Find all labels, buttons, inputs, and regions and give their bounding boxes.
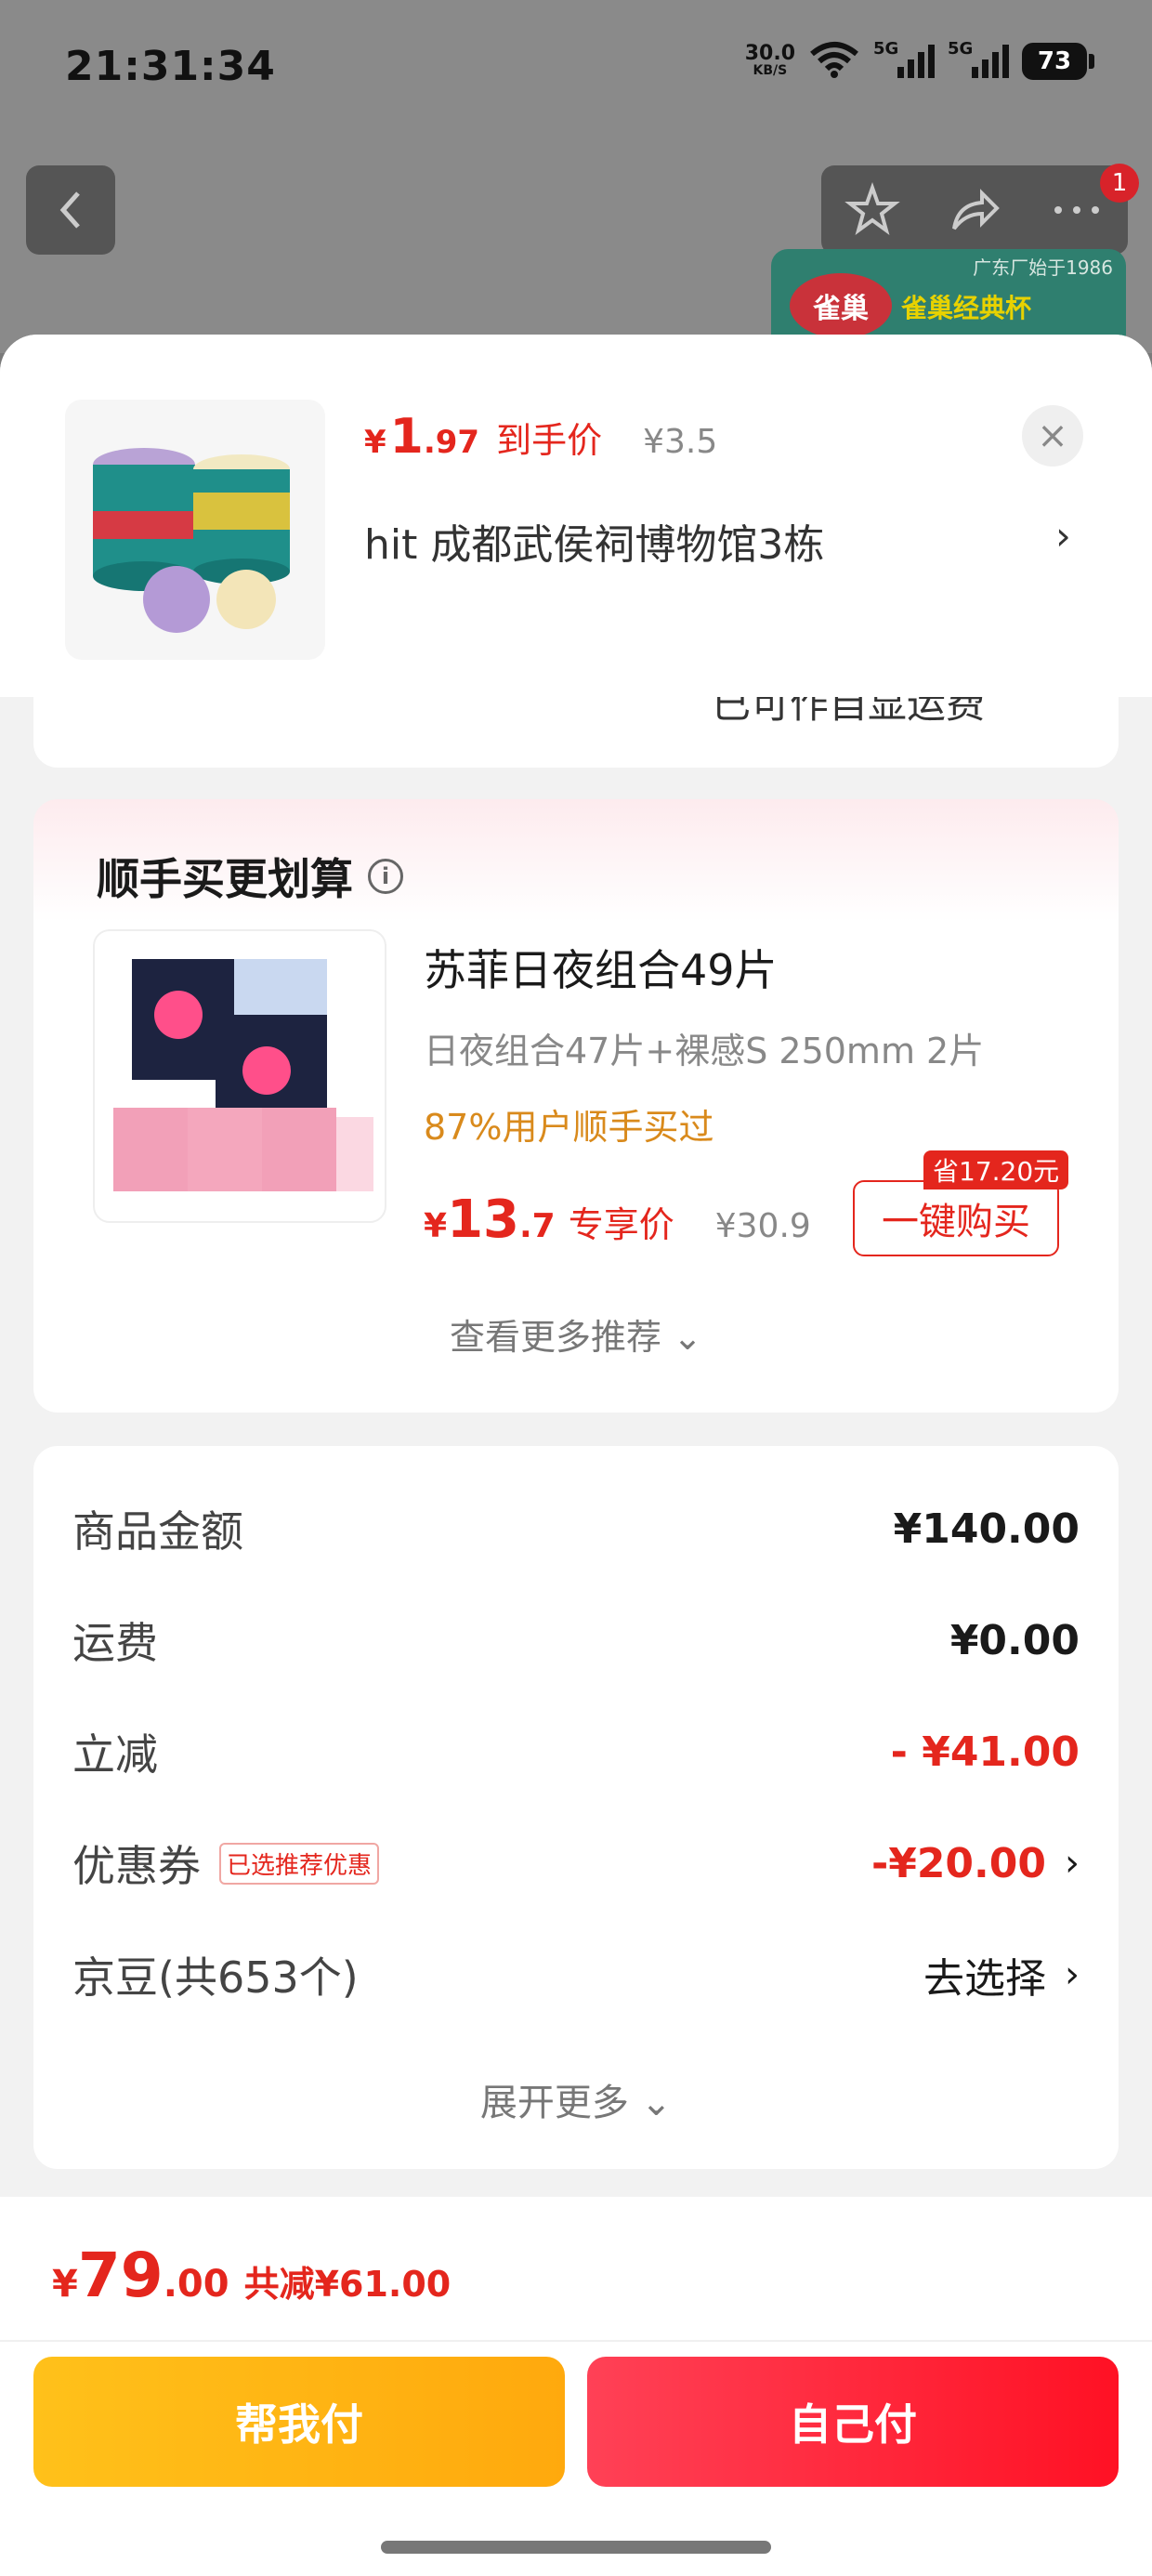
sheet-header: ¥ 1 .97 到手价 ¥3.5 hit 成都武侯祠博物馆3栋 › ×: [0, 335, 1152, 697]
status-time: 21:31:34: [65, 43, 276, 90]
info-icon[interactable]: i: [368, 859, 403, 894]
original-price: ¥30.9: [714, 1207, 811, 1245]
banner-line: 雀巢经典杯: [901, 293, 1032, 323]
summary-label: 运费: [72, 1618, 158, 1668]
recommendation-card: 顺手买更划算 i 苏菲日夜组合49片 日夜组合47片+裸感S 250mm 2片 …: [33, 799, 1119, 1413]
summary-value: 去选择 ›: [923, 1945, 1080, 2004]
summary-value: ¥0.00: [949, 1616, 1080, 1664]
summary-row-discount: 立减 - ¥41.00: [72, 1719, 1080, 1784]
share-icon: [952, 189, 1000, 230]
net-speed-value: 30.0: [744, 42, 795, 65]
partial-card-text: 已可作自显运费: [712, 697, 986, 727]
summary-row-coupon[interactable]: 优惠券 已选推荐优惠 -¥20.00 ›: [72, 1831, 1080, 1896]
chevron-right-icon: ›: [1065, 1953, 1080, 1996]
favorite-button[interactable]: [835, 173, 910, 247]
summary-label: 优惠券 已选推荐优惠: [72, 1833, 380, 1894]
more-icon: [1054, 206, 1099, 214]
wifi-icon: [808, 41, 860, 82]
pay-myself-button[interactable]: 自己付: [587, 2357, 1119, 2487]
status-icons: 30.0 KB/S 5G 5G 73: [744, 39, 1094, 82]
header-price: ¥ 1 .97 到手价 ¥3.5: [364, 409, 717, 465]
summary-label: 立减: [72, 1729, 158, 1780]
home-indicator[interactable]: [381, 2541, 771, 2554]
share-button[interactable]: [937, 173, 1012, 247]
summary-value: ¥140.00: [893, 1505, 1080, 1553]
see-more-recommendations[interactable]: 查看更多推荐 ⌄: [33, 1308, 1119, 1360]
price-label: 到手价: [496, 420, 603, 461]
summary-row-shipping: 运费 ¥0.00: [72, 1608, 1080, 1673]
address-chevron-icon[interactable]: ›: [1055, 513, 1071, 559]
chevron-right-icon: ›: [1065, 1842, 1080, 1885]
price-integer: 1: [389, 409, 424, 465]
banner-brand: 雀巢: [790, 273, 892, 338]
summary-label: 商品金额: [72, 1506, 243, 1557]
product-thumbnail: [65, 400, 325, 660]
signal-icon: 5G: [873, 39, 935, 78]
signal-label: 5G: [948, 39, 974, 59]
original-price: ¥3.5: [643, 423, 718, 461]
recommended-price: ¥ 13 .7 专享价 ¥30.9: [424, 1189, 811, 1250]
status-bar: 21:31:34 30.0 KB/S 5G 5G 73: [0, 0, 1152, 139]
price-integer: 13: [447, 1189, 519, 1250]
recommendation-title-text: 顺手买更划算: [97, 854, 353, 904]
price-decimal: .7: [519, 1207, 556, 1245]
help-me-pay-button[interactable]: 帮我付: [33, 2357, 565, 2487]
close-button[interactable]: ×: [1022, 405, 1083, 467]
notification-badge: 1: [1100, 164, 1139, 203]
total-currency: ¥: [52, 2263, 78, 2306]
jingdou-select: 去选择: [923, 1955, 1046, 2003]
expand-more-button[interactable]: 展开更多 ⌄: [33, 2072, 1119, 2126]
one-click-buy-button[interactable]: 一键购买: [853, 1180, 1059, 1256]
save-badge: 省17.20元: [923, 1150, 1069, 1189]
partial-card: 已可作自显运费: [33, 697, 1119, 768]
total-integer: 79: [77, 2240, 164, 2311]
summary-value: - ¥41.00: [890, 1728, 1080, 1776]
coupon-label: 优惠券: [72, 1841, 201, 1891]
recommendation-title: 顺手买更划算 i: [97, 846, 403, 907]
price-currency: ¥: [424, 1207, 448, 1245]
summary-row-goods: 商品金额 ¥140.00: [72, 1496, 1080, 1561]
net-speed-unit: KB/S: [753, 63, 788, 78]
price-decimal: .97: [423, 424, 480, 461]
banner-slogan: 广东厂始于1986: [973, 256, 1113, 279]
net-speed: 30.0 KB/S: [744, 42, 795, 79]
recommended-product-spec: 日夜组合47片+裸感S 250mm 2片: [424, 1031, 985, 1071]
delivery-address[interactable]: hit 成都武侯祠博物馆3栋: [364, 511, 824, 571]
recommended-product-name[interactable]: 苏菲日夜组合49片: [424, 937, 778, 998]
coupon-tag: 已选推荐优惠: [219, 1842, 380, 1885]
chevron-left-icon: [59, 191, 80, 229]
summary-value: -¥20.00 ›: [871, 1840, 1080, 1887]
price-currency: ¥: [364, 424, 386, 461]
star-icon: [844, 182, 900, 236]
summary-label: 京豆(共653个): [72, 1952, 359, 2003]
recommended-product-image[interactable]: [93, 929, 386, 1223]
price-label: 专享价: [568, 1204, 674, 1245]
price-summary-card: 商品金额 ¥140.00 运费 ¥0.00 立减 - ¥41.00 优惠券 已选…: [33, 1446, 1119, 2169]
battery-icon: 73: [1022, 43, 1094, 80]
bought-rate: 87%用户顺手买过: [424, 1107, 714, 1148]
top-actions: [821, 165, 1128, 255]
summary-row-jingdou[interactable]: 京豆(共653个) 去选择 ›: [72, 1942, 1080, 2007]
signal-icon: 5G: [948, 39, 1009, 78]
total-decimal: .00: [163, 2263, 229, 2306]
total-price: ¥ 79 .00 共减¥61.00: [52, 2240, 451, 2311]
coupon-value: -¥20.00: [871, 1839, 1046, 1887]
signal-label: 5G: [873, 39, 899, 59]
total-saving: 共减¥61.00: [243, 2264, 452, 2305]
bottom-bar: ¥ 79 .00 共减¥61.00 帮我付 自己付: [0, 2197, 1152, 2576]
back-button[interactable]: [26, 165, 115, 255]
divider: [0, 2340, 1152, 2342]
